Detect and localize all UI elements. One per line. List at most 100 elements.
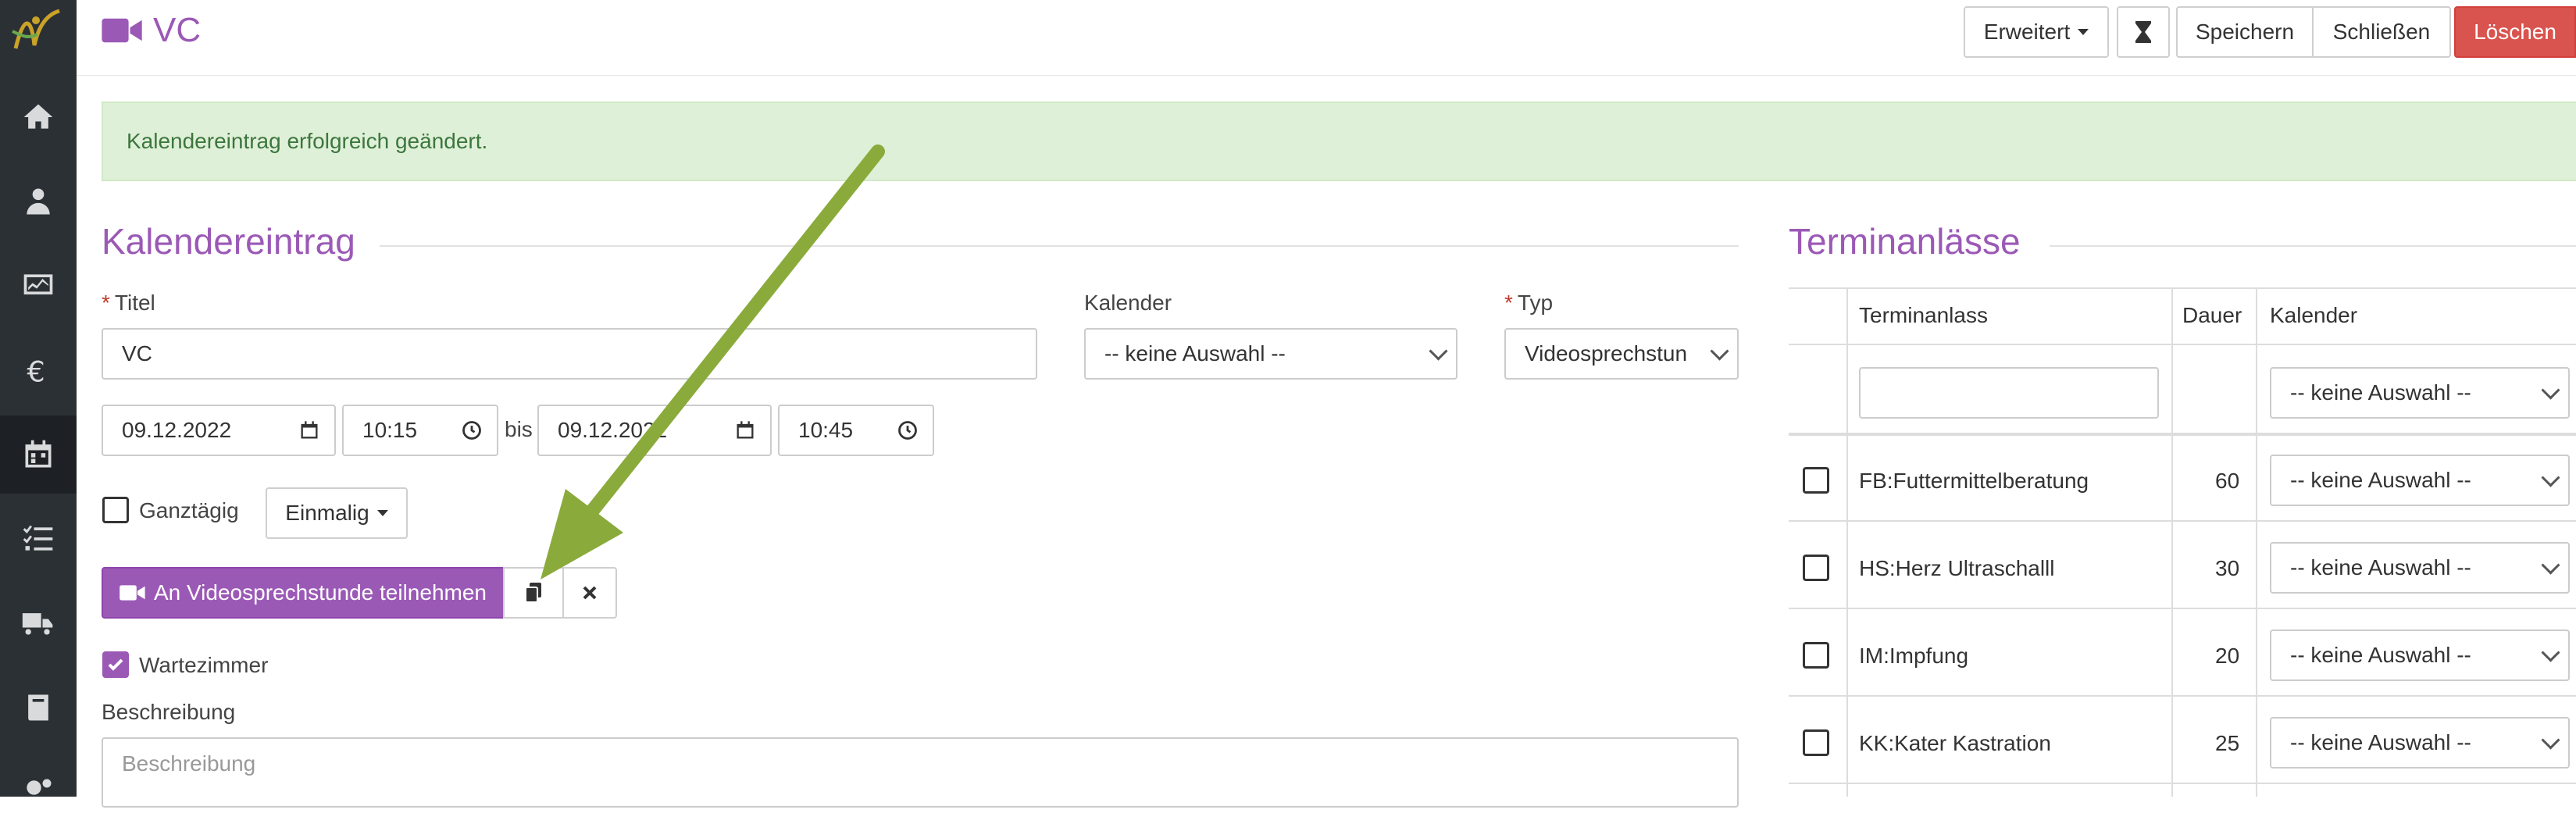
occasion-name: IM:Impfung — [1859, 644, 1969, 668]
table-border — [2171, 287, 2173, 797]
monitor-chart-icon — [23, 274, 53, 294]
book-icon — [28, 694, 48, 721]
clock-icon[interactable] — [461, 419, 483, 441]
nav-calendar[interactable] — [0, 416, 77, 494]
entry-section-title: Kalendereintrag — [102, 221, 355, 262]
waiting-room-checkbox[interactable] — [102, 651, 129, 678]
home-icon — [23, 104, 53, 129]
description-textarea[interactable]: Beschreibung — [102, 737, 1739, 808]
checkmark-icon — [108, 658, 123, 671]
column-header-calendar[interactable]: Kalender — [2270, 303, 2357, 328]
page-title-text: VC — [153, 11, 202, 49]
advanced-dropdown-button[interactable]: Erweitert — [1964, 6, 2109, 58]
row-checkbox[interactable] — [1803, 729, 1829, 756]
end-time-input[interactable]: 10:45 — [778, 405, 934, 456]
table-border — [1846, 287, 1848, 797]
close-icon — [583, 586, 597, 600]
caret-down-icon — [376, 510, 388, 516]
delete-label: Löschen — [2474, 20, 2556, 44]
row-checkbox[interactable] — [1803, 555, 1829, 581]
table-border — [1789, 433, 2576, 436]
recurrence-dropdown[interactable]: Einmalig — [266, 487, 408, 539]
nav-finance[interactable]: € — [0, 331, 77, 409]
remove-video-call-button[interactable] — [562, 567, 617, 619]
column-header-duration[interactable]: Dauer — [2182, 303, 2242, 328]
chevron-down-icon — [1429, 341, 1448, 361]
occasion-duration: 25 — [2215, 731, 2240, 755]
table-border — [1789, 344, 2576, 345]
type-select[interactable]: Videosprechstun — [1504, 328, 1739, 380]
close-label: Schließen — [2332, 20, 2431, 44]
logo-icon[interactable] — [0, 0, 77, 66]
table-border — [1789, 608, 2576, 609]
occasion-duration: 30 — [2215, 556, 2240, 580]
table-border — [1789, 520, 2576, 522]
calendar-picker-icon[interactable] — [734, 419, 756, 441]
save-button[interactable]: Speichern — [2176, 6, 2314, 58]
chevron-down-icon — [2541, 643, 2560, 662]
occasion-duration: 20 — [2215, 644, 2240, 668]
allday-label: Ganztägig — [139, 498, 239, 522]
euro-icon: € — [27, 355, 45, 387]
sidebar: € — [0, 0, 77, 797]
nav-book[interactable] — [0, 669, 77, 747]
recurrence-label: Einmalig — [285, 501, 369, 525]
start-date-input[interactable]: 09.12.2022 — [102, 405, 336, 456]
save-label: Speichern — [2195, 20, 2295, 44]
delete-button[interactable]: Löschen — [2454, 6, 2576, 58]
occasion-calendar-select[interactable]: -- keine Auswahl -- — [2270, 629, 2570, 681]
copy-link-button[interactable] — [503, 567, 564, 619]
clock-icon[interactable] — [897, 419, 919, 441]
occasion-duration: 60 — [2215, 469, 2240, 493]
title-label: * Titel — [102, 291, 155, 315]
success-alert: Kalendereintrag erfolgreich geändert. — [102, 102, 2576, 181]
calendar-label: Kalender — [1084, 291, 1172, 315]
advanced-label: Erweitert — [1983, 20, 2071, 44]
occasion-calendar-filter-select[interactable]: -- keine Auswahl -- — [2270, 367, 2570, 419]
row-checkbox[interactable] — [1803, 467, 1829, 494]
allday-checkbox[interactable] — [102, 497, 129, 523]
chevron-down-icon — [2541, 380, 2560, 400]
video-camera-icon — [102, 18, 142, 43]
video-camera-icon — [120, 585, 145, 601]
table-border — [2256, 287, 2257, 797]
nav-monitor[interactable] — [0, 247, 77, 325]
copy-icon — [525, 583, 541, 603]
occasion-calendar-select[interactable]: -- keine Auswahl -- — [2270, 542, 2570, 594]
row-checkbox[interactable] — [1803, 642, 1829, 669]
truck-icon — [22, 613, 53, 635]
checklist-icon — [23, 525, 53, 551]
doctor-icon — [27, 188, 50, 215]
occasion-filter-input[interactable] — [1859, 367, 2159, 419]
type-label: * Typ — [1504, 291, 1554, 315]
description-label: Beschreibung — [102, 700, 236, 724]
occasion-calendar-select[interactable]: -- keine Auswahl -- — [2270, 717, 2570, 769]
end-date-input[interactable]: 09.12.2022 — [537, 405, 772, 456]
occasions-section-title: Terminanlässe — [1789, 221, 2021, 262]
nav-tasks[interactable] — [0, 500, 77, 578]
table-border — [1789, 287, 2576, 289]
occasion-name: KK:Kater Kastration — [1859, 731, 2051, 755]
calendar-select[interactable]: -- keine Auswahl -- — [1084, 328, 1457, 380]
nav-delivery[interactable] — [0, 584, 77, 662]
nav-settings[interactable] — [0, 753, 77, 831]
column-header-name[interactable]: Terminanlass — [1859, 303, 1988, 328]
svg-text:€: € — [27, 355, 45, 387]
occasions-section-divider — [2050, 245, 2576, 247]
hourglass-icon — [2135, 21, 2151, 43]
chevron-down-icon — [1710, 341, 1729, 361]
close-button[interactable]: Schließen — [2312, 6, 2451, 58]
occasion-calendar-select[interactable]: -- keine Auswahl -- — [2270, 455, 2570, 506]
nav-home[interactable] — [0, 78, 77, 156]
calendar-picker-icon[interactable] — [298, 419, 320, 441]
caret-down-icon — [2078, 29, 2089, 35]
nav-doctor[interactable] — [0, 162, 77, 241]
join-video-call-label: An Videosprechstunde teilnehmen — [153, 580, 487, 605]
chevron-down-icon — [2541, 555, 2560, 575]
join-video-call-button[interactable]: An Videosprechstunde teilnehmen — [102, 567, 505, 619]
title-input[interactable]: VC — [102, 328, 1037, 380]
start-time-input[interactable]: 10:15 — [342, 405, 498, 456]
entry-section-divider — [380, 245, 1739, 247]
timer-button[interactable] — [2117, 6, 2170, 58]
alert-message: Kalendereintrag erfolgreich geändert. — [127, 129, 488, 153]
